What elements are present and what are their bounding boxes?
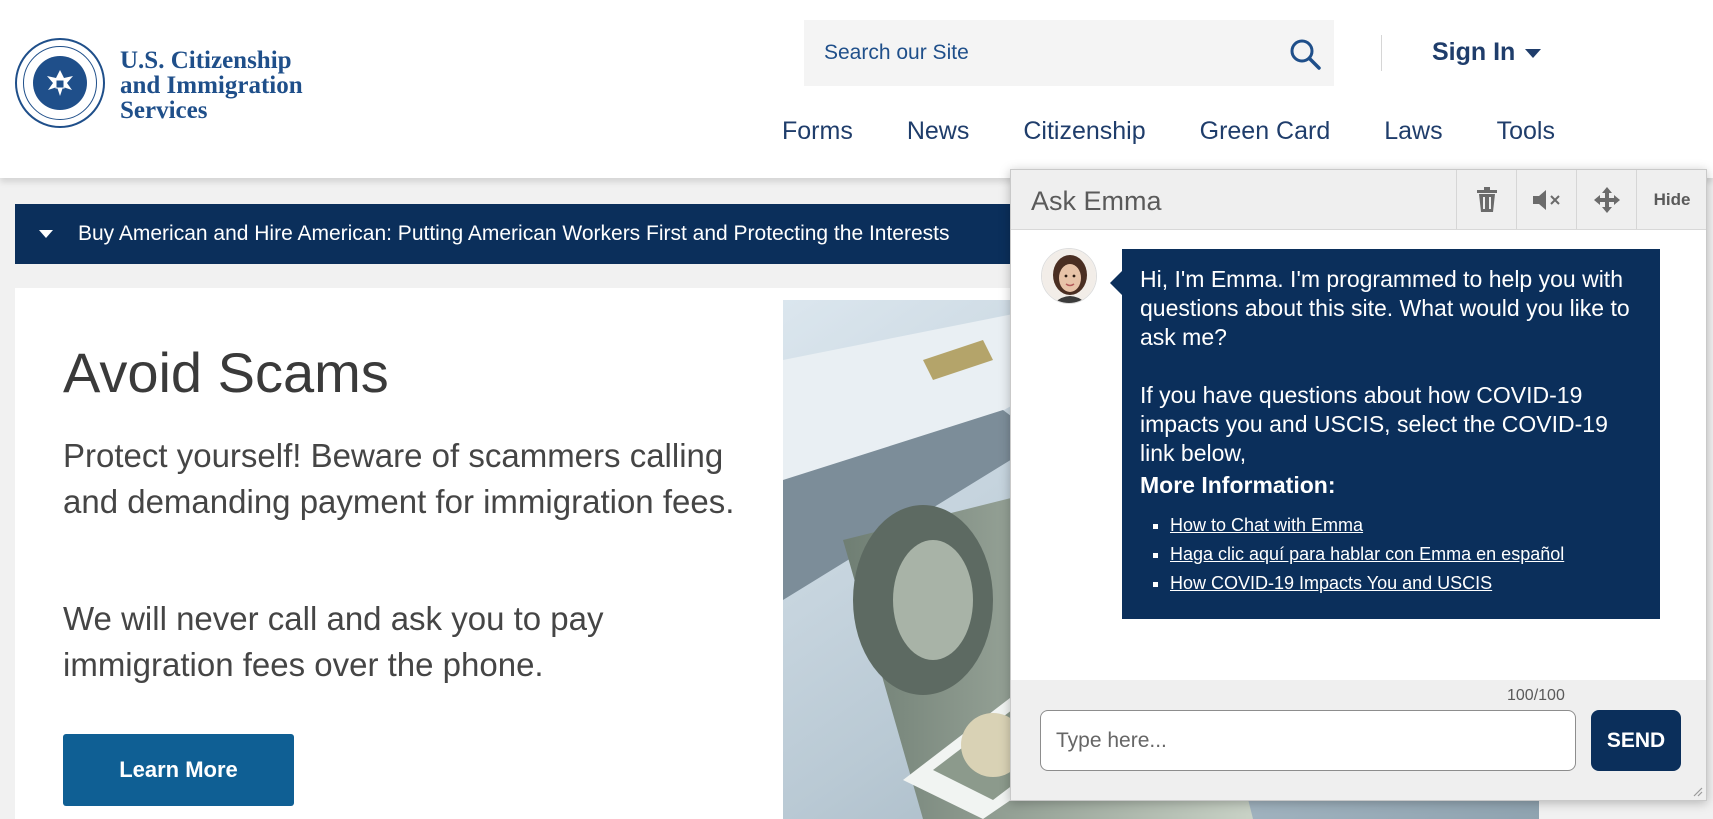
nav-news[interactable]: News	[907, 117, 970, 146]
bubble-spacer	[1140, 352, 1642, 381]
caret-down-icon	[1525, 49, 1542, 58]
emma-intro-text: Hi, I'm Emma. I'm programmed to help you…	[1140, 266, 1630, 350]
speaker-muted-icon	[1532, 189, 1560, 210]
chat-title: Ask Emma	[1031, 186, 1162, 216]
chat-input-area: 100/100 SEND	[1011, 680, 1706, 800]
emma-message-bubble: Hi, I'm Emma. I'm programmed to help you…	[1110, 249, 1660, 619]
search-icon[interactable]	[1288, 37, 1322, 71]
nav-forms[interactable]: Forms	[782, 117, 853, 146]
move-widget-button[interactable]	[1576, 170, 1636, 229]
character-counter: 100/100	[1507, 687, 1565, 704]
chat-header[interactable]: Ask Emma Hide	[1011, 170, 1706, 230]
sign-in-menu[interactable]: Sign In	[1432, 38, 1542, 67]
ask-emma-chat-widget: Ask Emma Hide Hi, I'm Emma. I'm programm…	[1010, 169, 1707, 801]
alert-text: Buy American and Hire American: Putting …	[78, 222, 950, 245]
learn-more-button[interactable]: Learn More	[63, 734, 294, 806]
nav-citizenship[interactable]: Citizenship	[1023, 117, 1145, 146]
agency-name-line-2: and Immigration	[120, 72, 303, 99]
move-arrows-icon	[1593, 186, 1620, 213]
eagle-icon	[47, 70, 73, 96]
nav-green-card[interactable]: Green Card	[1200, 117, 1331, 146]
hero-title: Avoid Scams	[63, 341, 389, 404]
help-link-item: Haga clic aquí para hablar con Emma en e…	[1170, 540, 1642, 569]
site-header: U.S. Citizenship and Immigration Service…	[0, 0, 1713, 178]
agency-name[interactable]: U.S. Citizenship and Immigration Service…	[120, 48, 303, 123]
more-info-heading: More Information:	[1140, 472, 1336, 498]
alert-banner[interactable]: Buy American and Hire American: Putting …	[15, 204, 1115, 264]
agency-name-line-3: Services	[120, 97, 208, 124]
sign-in-label: Sign In	[1432, 38, 1516, 66]
resize-handle-icon[interactable]	[1691, 785, 1703, 797]
send-button[interactable]: SEND	[1591, 710, 1681, 771]
site-search	[804, 20, 1334, 86]
link-how-to-chat[interactable]: How to Chat with Emma	[1170, 515, 1363, 535]
main-nav: Forms News Citizenship Green Card Laws T…	[782, 117, 1609, 146]
chat-message-input[interactable]	[1040, 710, 1576, 771]
emma-portrait-icon	[1042, 249, 1096, 303]
trash-icon	[1476, 186, 1497, 212]
nav-tools[interactable]: Tools	[1497, 117, 1555, 146]
hide-chat-button[interactable]: Hide	[1636, 170, 1707, 229]
mute-button[interactable]	[1516, 170, 1576, 229]
hero-lead-text: Protect yourself! Beware of scammers cal…	[63, 437, 735, 520]
help-link-item: How to Chat with Emma	[1170, 511, 1642, 540]
agency-name-line-1: U.S. Citizenship	[120, 47, 292, 74]
search-input[interactable]	[824, 37, 1244, 69]
emma-avatar	[1041, 248, 1097, 304]
clear-chat-button[interactable]	[1456, 170, 1516, 229]
covid-note-text: If you have questions about how COVID-19…	[1140, 382, 1608, 466]
nav-laws[interactable]: Laws	[1384, 117, 1442, 146]
link-spanish-chat[interactable]: Haga clic aquí para hablar con Emma en e…	[1170, 544, 1564, 564]
dhs-seal-logo[interactable]	[15, 38, 105, 128]
expand-triangle-icon	[39, 230, 53, 238]
header-divider	[1381, 35, 1382, 71]
help-links-list: How to Chat with Emma Haga clic aquí par…	[1170, 511, 1642, 598]
link-covid-impacts[interactable]: How COVID-19 Impacts You and USCIS	[1170, 573, 1492, 593]
hero-sub-text: We will never call and ask you to pay im…	[63, 600, 604, 683]
help-link-item: How COVID-19 Impacts You and USCIS	[1170, 569, 1642, 598]
